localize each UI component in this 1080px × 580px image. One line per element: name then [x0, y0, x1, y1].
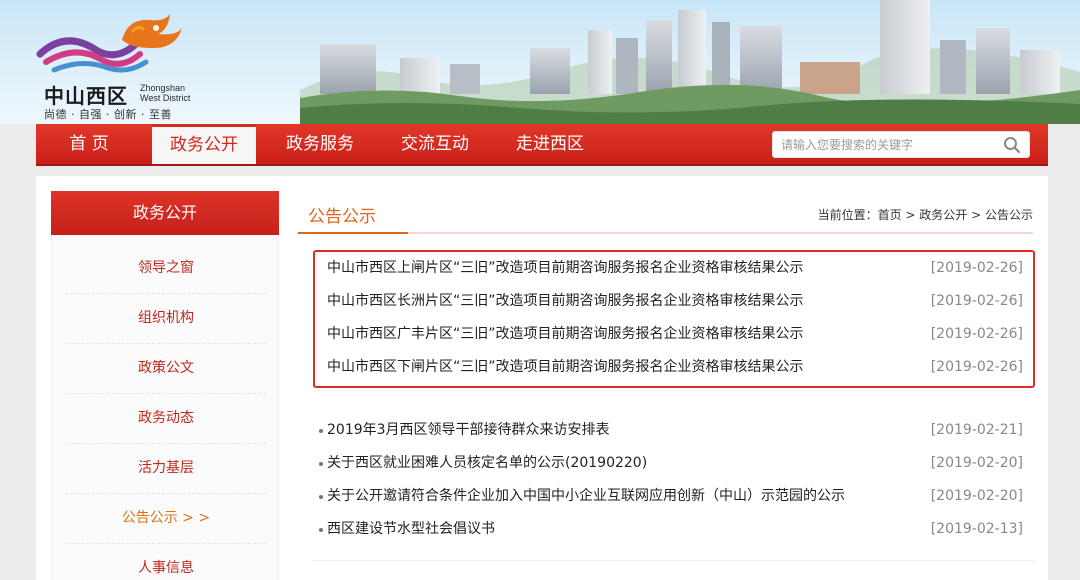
sidebar-item-government-news[interactable]: 政务动态: [52, 393, 280, 443]
logo-english-line2: West District: [140, 93, 191, 103]
breadcrumb-home[interactable]: 首页: [878, 208, 902, 222]
logo-english-name: Zhongshan West District: [140, 83, 190, 103]
list-item: 西区建设节水型社会倡议书 [2019-02-13]: [313, 513, 1023, 546]
list-item-title[interactable]: 中山市西区广丰片区“三旧”改造项目前期咨询服务报名企业资格审核结果公示: [327, 318, 804, 351]
list-item-title[interactable]: 中山市西区上闸片区“三旧”改造项目前期咨询服务报名企业资格审核结果公示: [327, 252, 804, 285]
search-icon[interactable]: [1003, 136, 1021, 154]
list-item-date: [2019-02-26]: [930, 260, 1023, 276]
list-item-title[interactable]: 关于西区就业困难人员核定名单的公示(20190220): [327, 447, 647, 480]
nav-item-about-district[interactable]: 走进西区: [498, 124, 602, 164]
page-title: 公告公示: [308, 207, 376, 227]
list-item-title[interactable]: 关于公开邀请符合条件企业加入中国中小企业互联网应用创新（中山）示范园的公示: [327, 480, 845, 513]
breadcrumb-level1[interactable]: 政务公开: [919, 208, 967, 222]
bullet-icon: [319, 429, 323, 433]
logo-english-line1: Zhongshan: [140, 83, 186, 93]
list-item: 中山市西区下闸片区“三旧”改造项目前期咨询服务报名企业资格审核结果公示 [201…: [313, 351, 1023, 384]
nav-item-interaction[interactable]: 交流互动: [383, 124, 487, 164]
list-item: 2019年3月西区领导干部接待群众来访安排表 [2019-02-21]: [313, 414, 1023, 447]
list-item-date: [2019-02-20]: [930, 455, 1023, 471]
dragon-logo-icon: [36, 14, 182, 73]
nav-item-government-affairs[interactable]: 政务公开: [152, 124, 256, 164]
header-banner: 中山西区 Zhongshan West District 尚德 · 自强 · 创…: [0, 0, 1080, 124]
list-item: 中山市西区广丰片区“三旧”改造项目前期咨询服务报名企业资格审核结果公示 [201…: [313, 318, 1023, 351]
content-area: 政务公开 领导之窗 组织机构 政策公文 政务动态 活力基层 公告公示 > > 人…: [36, 176, 1048, 580]
title-underline: [298, 232, 1033, 234]
sidebar-item-grassroots[interactable]: 活力基层: [52, 443, 280, 493]
list-item-date: [2019-02-26]: [930, 326, 1023, 342]
list-item-title[interactable]: 西区建设节水型社会倡议书: [327, 513, 495, 546]
search-box: [772, 131, 1030, 158]
list-item-date: [2019-02-26]: [930, 359, 1023, 375]
sidebar-item-organization[interactable]: 组织机构: [52, 293, 280, 343]
list-item-title[interactable]: 中山市西区长洲片区“三旧”改造项目前期咨询服务报名企业资格审核结果公示: [327, 285, 804, 318]
list-item-date: [2019-02-26]: [930, 293, 1023, 309]
main-nav: 首 页 政务公开 政务服务 交流互动 走进西区: [36, 124, 1048, 166]
city-skyline-image: [300, 0, 1080, 124]
list-item: 关于公开邀请符合条件企业加入中国中小企业互联网应用创新（中山）示范园的公示 [2…: [313, 480, 1023, 513]
bullet-icon: [319, 495, 323, 499]
sidebar-menu: 领导之窗 组织机构 政策公文 政务动态 活力基层 公告公示 > > 人事信息: [51, 235, 279, 580]
sidebar-item-announcements[interactable]: 公告公示 > >: [52, 493, 280, 543]
breadcrumb-prefix: 当前位置：: [817, 208, 878, 222]
list-item: 关于西区就业困难人员核定名单的公示(20190220) [2019-02-20]: [313, 447, 1023, 480]
breadcrumb-separator: >: [967, 208, 985, 222]
nav-item-government-services[interactable]: 政务服务: [268, 124, 372, 164]
search-input[interactable]: [781, 135, 995, 155]
list-item-date: [2019-02-20]: [930, 488, 1023, 504]
breadcrumb-level2[interactable]: 公告公示: [985, 208, 1033, 222]
list-item: 中山市西区长洲片区“三旧”改造项目前期咨询服务报名企业资格审核结果公示 [201…: [313, 285, 1023, 318]
bullet-icon: [319, 528, 323, 532]
list-item-title[interactable]: 中山市西区下闸片区“三旧”改造项目前期咨询服务报名企业资格审核结果公示: [327, 351, 804, 384]
breadcrumb-separator: >: [901, 208, 920, 222]
sidebar-title: 政务公开: [51, 191, 279, 235]
logo-chinese-name: 中山西区: [44, 84, 128, 108]
breadcrumb: 当前位置：首页 > 政务公开 > 公告公示: [818, 206, 1033, 223]
logo-slogan: 尚德 · 自强 · 创新 · 至善: [44, 108, 172, 121]
list-item-title[interactable]: 2019年3月西区领导干部接待群众来访安排表: [327, 414, 610, 447]
bullet-icon: [319, 462, 323, 466]
sidebar-item-personnel[interactable]: 人事信息: [52, 543, 280, 580]
sidebar-item-policy-documents[interactable]: 政策公文: [52, 343, 280, 393]
list-item-date: [2019-02-21]: [930, 422, 1023, 438]
nav-item-home[interactable]: 首 页: [36, 124, 142, 164]
sidebar-item-leadership[interactable]: 领导之窗: [52, 243, 280, 293]
list-item-date: [2019-02-13]: [930, 521, 1023, 537]
site-logo[interactable]: 中山西区 Zhongshan West District 尚德 · 自强 · 创…: [36, 10, 216, 121]
list-item: 中山市西区上闸片区“三旧”改造项目前期咨询服务报名企业资格审核结果公示 [201…: [313, 252, 1023, 285]
list-divider: [313, 560, 1035, 561]
